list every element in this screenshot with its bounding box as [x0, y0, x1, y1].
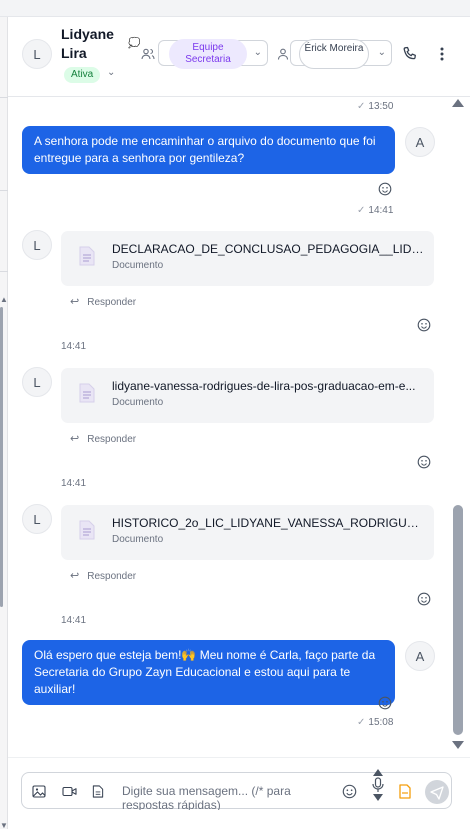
chevron-down-icon: ⌄ — [377, 47, 386, 58]
message-time: 14:41 — [61, 615, 87, 626]
emoji-react-icon[interactable] — [378, 182, 392, 196]
contact-avatar: L — [22, 230, 52, 260]
document-icon — [79, 520, 95, 540]
emoji-react-icon[interactable] — [417, 592, 431, 606]
composer-area: Digite sua mensagem... (/* para resposta… — [8, 757, 470, 829]
chat-panel: L Lidyane Lira 💭 Ativa ⌄ Equipe Secretar… — [8, 17, 470, 829]
message-time: 14:41 — [61, 341, 87, 352]
outgoing-message-bubble[interactable]: Olá espero que esteja bem!🙌 Meu nome é C… — [22, 640, 395, 705]
contact-avatar: L — [22, 504, 52, 534]
scroll-up-icon[interactable] — [452, 99, 464, 107]
outgoing-message-bubble[interactable]: A senhora pode me encaminhar o arquivo d… — [22, 126, 395, 174]
document-filename: DECLARACAO_DE_CONCLUSAO_PEDAGOGIA__LIDYA… — [112, 242, 424, 256]
divider — [0, 190, 8, 191]
agent-avatar: A — [405, 641, 435, 671]
image-icon[interactable] — [32, 785, 46, 798]
reply-button[interactable]: ↩ Responder — [70, 569, 136, 582]
emoji-react-icon[interactable] — [378, 696, 392, 710]
document-icon — [79, 383, 95, 403]
team-select[interactable]: Equipe Secretaria ⌄ — [158, 39, 268, 69]
users-icon — [141, 48, 155, 60]
team-pill: Equipe Secretaria — [169, 39, 247, 69]
left-scrollbar-thumb[interactable] — [0, 307, 3, 607]
contact-avatar: L — [22, 367, 52, 397]
scrollbar-thumb[interactable] — [453, 505, 463, 735]
more-options-icon[interactable] — [435, 45, 449, 63]
reply-icon: ↩ — [70, 433, 80, 445]
chevron-down-icon: ⌄ — [253, 47, 262, 58]
left-sidebar-edge: ▲ ▼ — [0, 17, 8, 829]
document-attachment[interactable]: DECLARACAO_DE_CONCLUSAO_PEDAGOGIA__LIDYA… — [61, 231, 434, 286]
document-filename: HISTORICO_2o_LIC_LIDYANE_VANESSA_RODRIGU… — [112, 516, 424, 530]
message-time: 14:41 — [61, 478, 87, 489]
left-scroll-up-icon[interactable]: ▲ — [0, 295, 8, 304]
message-time: ✓ 14:41 — [357, 205, 394, 216]
user-icon — [277, 48, 289, 60]
document-type: Documento — [112, 397, 164, 408]
message-list: ✓ 13:50 A senhora pode me encaminhar o ar… — [8, 97, 470, 757]
send-icon — [430, 786, 444, 800]
check-icon: ✓ — [357, 717, 366, 728]
check-icon: ✓ — [357, 205, 366, 216]
left-scroll-down-icon[interactable]: ▼ — [0, 821, 8, 829]
contact-name[interactable]: Lidyane Lira — [61, 25, 121, 63]
top-strip — [0, 0, 470, 17]
document-filename: lidyane-vanessa-rodrigues-de-lira-pos-gr… — [112, 379, 416, 393]
divider — [0, 271, 8, 272]
reply-button[interactable]: ↩ Responder — [70, 295, 136, 308]
chevron-down-icon[interactable]: ⌄ — [107, 67, 115, 78]
contact-avatar[interactable]: L — [22, 39, 52, 69]
document-attachment[interactable]: lidyane-vanessa-rodrigues-de-lira-pos-gr… — [61, 368, 434, 423]
emoji-react-icon[interactable] — [417, 318, 431, 332]
document-icon — [79, 246, 95, 266]
reply-button[interactable]: ↩ Responder — [70, 432, 136, 445]
document-type: Documento — [112, 534, 164, 545]
phone-icon[interactable] — [402, 46, 418, 62]
attachment-icon[interactable] — [399, 784, 411, 799]
message-scrollbar[interactable] — [452, 97, 464, 757]
reply-icon: ↩ — [70, 570, 80, 582]
emoji-icon[interactable] — [342, 784, 357, 799]
agent-select[interactable]: Érick Moreira ⌄ — [290, 39, 392, 69]
reply-icon: ↩ — [70, 296, 80, 308]
chat-header: L Lidyane Lira 💭 Ativa ⌄ Equipe Secretar… — [8, 17, 470, 97]
file-icon[interactable] — [92, 785, 104, 798]
send-button[interactable] — [425, 780, 449, 804]
status-badge[interactable]: Ativa — [64, 67, 101, 83]
agent-pill: Érick Moreira — [299, 39, 369, 69]
emoji-react-icon[interactable] — [417, 455, 431, 469]
document-type: Documento — [112, 260, 164, 271]
message-time: ✓ 15:08 — [357, 717, 394, 728]
microphone-icon[interactable] — [368, 768, 388, 802]
message-time: ✓ 13:50 — [357, 101, 394, 112]
document-attachment[interactable]: HISTORICO_2o_LIC_LIDYANE_VANESSA_RODRIGU… — [61, 505, 434, 560]
message-composer: Digite sua mensagem... (/* para resposta… — [21, 769, 452, 810]
scroll-down-icon[interactable] — [452, 741, 464, 749]
message-input[interactable]: Digite sua mensagem... (/* para resposta… — [122, 784, 312, 810]
check-icon: ✓ — [357, 101, 366, 112]
video-icon[interactable] — [62, 785, 77, 798]
agent-avatar: A — [405, 127, 435, 157]
divider — [0, 97, 8, 98]
chat-bubble-icon: 💭 — [128, 38, 141, 49]
